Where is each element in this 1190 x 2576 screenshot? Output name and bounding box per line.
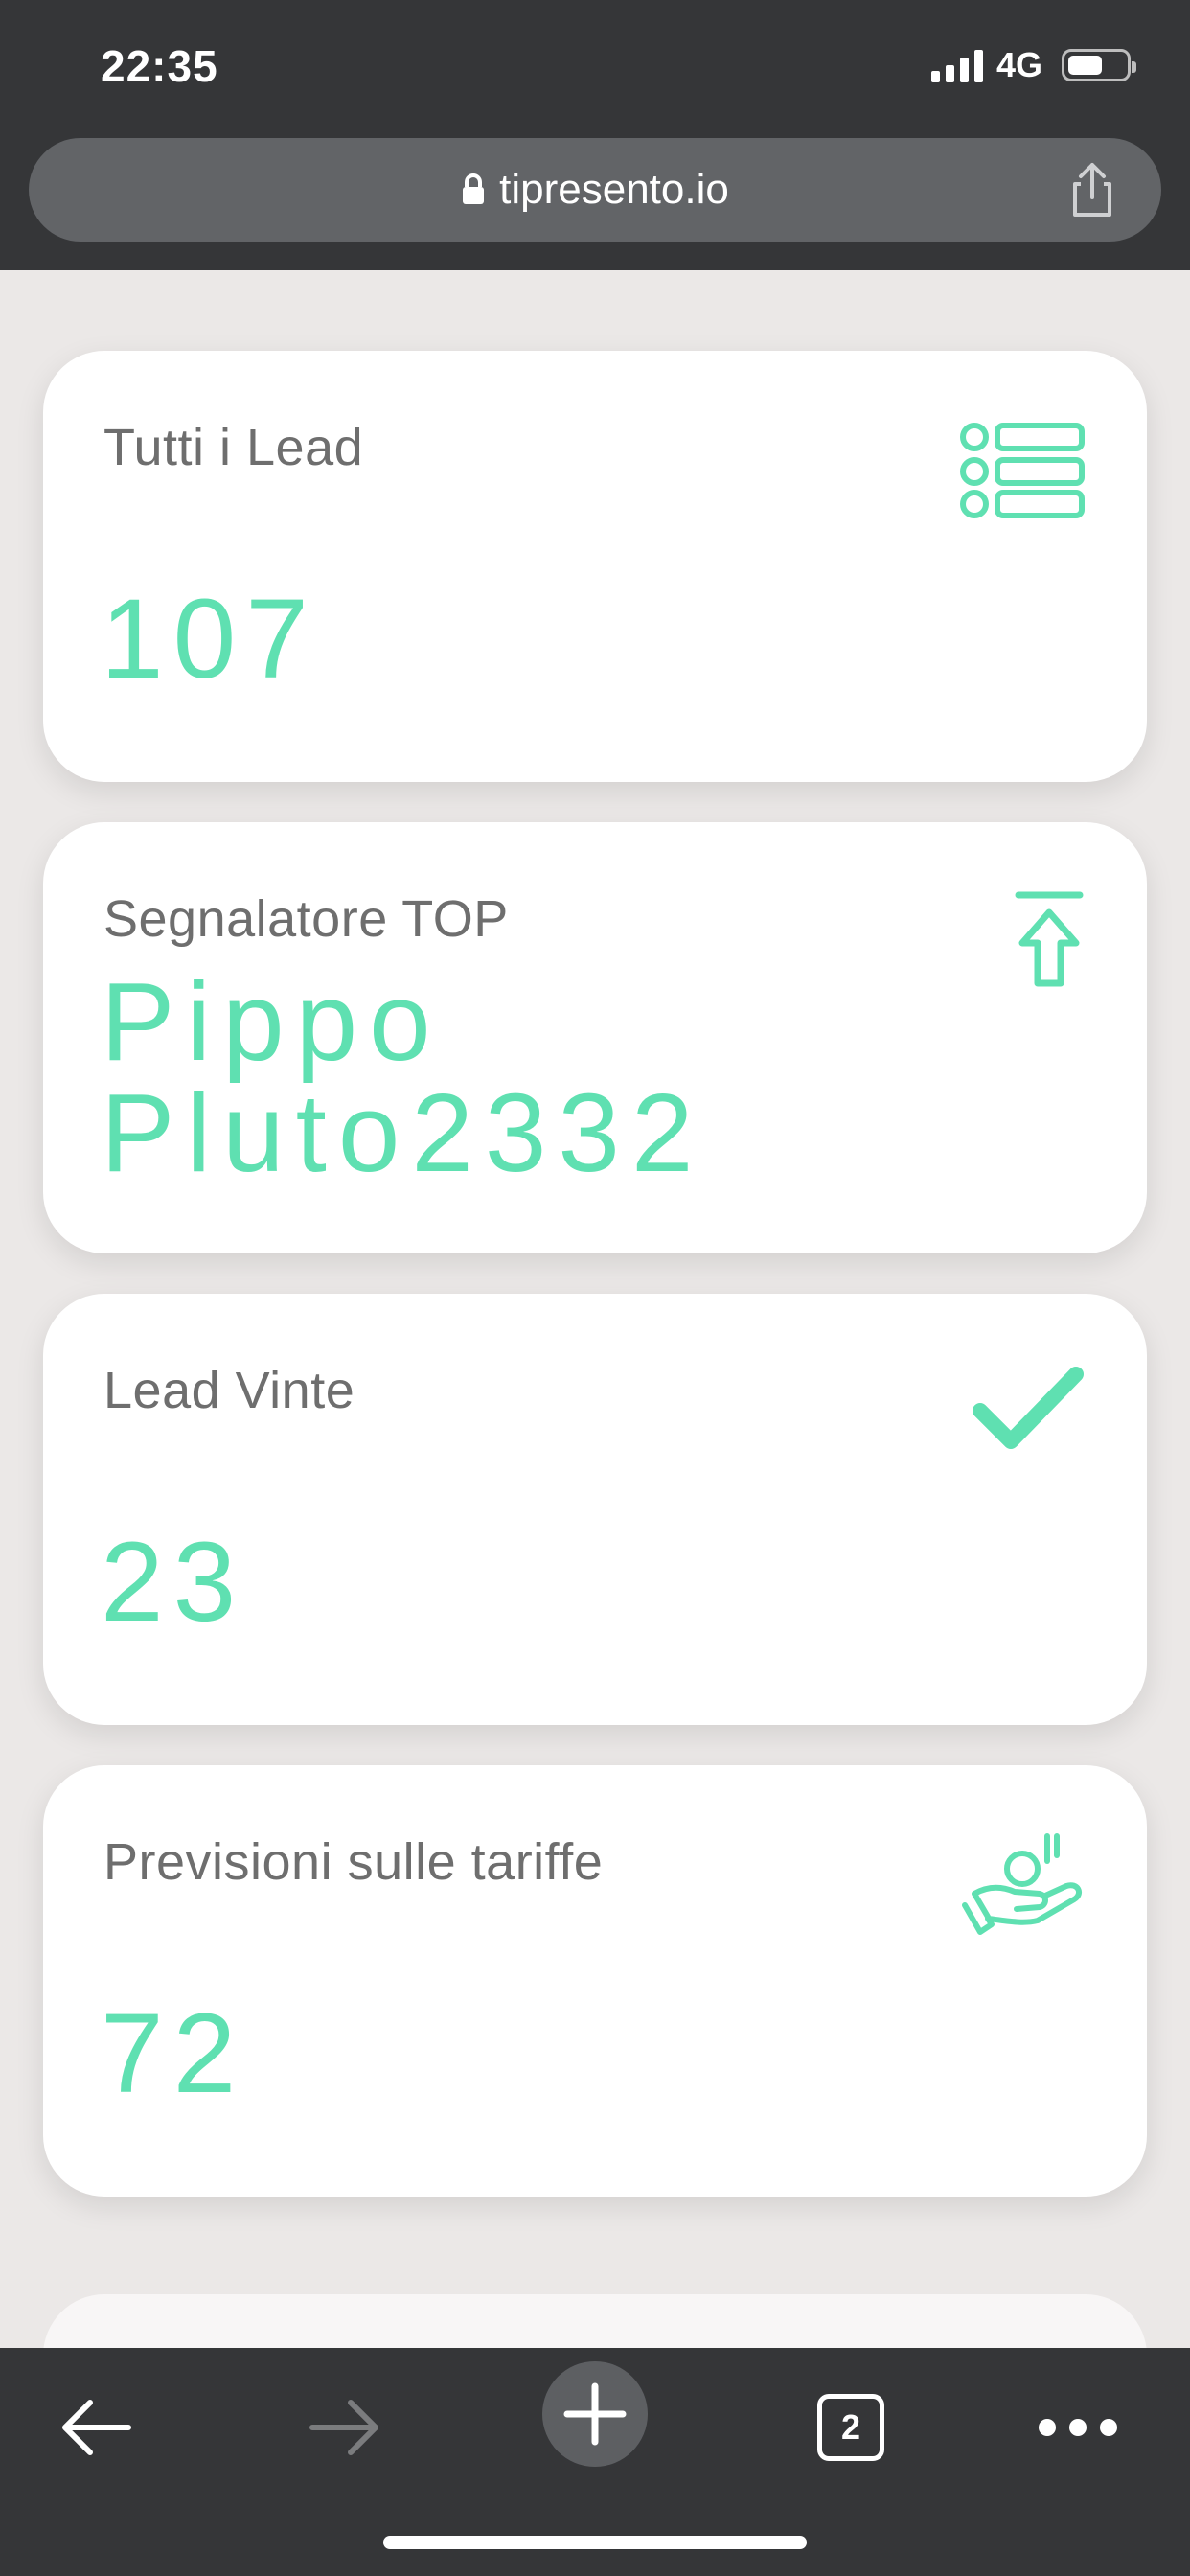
card-tutti-i-lead[interactable]: Tutti i Lead 107 [43,351,1147,782]
browser-top-bar: 22:35 4G tipresento.io [0,0,1190,270]
card-value: Pippo Pluto2332 [101,959,705,1195]
card-value: 23 [101,1519,246,1645]
back-arrow-icon [62,2400,131,2455]
forward-arrow-icon [309,2400,378,2455]
status-indicators: 4G [930,45,1136,84]
list-icon [960,423,1085,518]
battery-icon [1062,49,1136,81]
dashboard-content: Tutti i Lead 107 Segnalatore TOP Pippo P… [0,270,1190,2348]
checkmark-icon [973,1367,1084,1449]
card-label: Lead Vinte [103,1362,355,1419]
card-segnalatore-top[interactable]: Segnalatore TOP Pippo Pluto2332 [43,822,1147,1254]
url-text: tipresento.io [499,166,729,213]
back-button[interactable] [48,2365,144,2490]
card-partial [43,2294,1147,2348]
arrow-up-to-top-icon [1015,891,1084,987]
card-value: 107 [101,576,318,702]
card-label: Segnalatore TOP [103,890,509,948]
card-label: Tutti i Lead [103,419,364,476]
new-tab-button[interactable] [542,2361,648,2467]
signal-strength-icon [930,48,983,82]
network-type: 4G [995,45,1042,84]
card-lead-vinte[interactable]: Lead Vinte 23 [43,1294,1147,1725]
tab-count: 2 [817,2394,884,2461]
home-indicator[interactable] [383,2536,807,2549]
address-bar[interactable]: tipresento.io [29,138,1161,242]
status-time: 22:35 [101,41,218,91]
lock-icon [463,173,485,204]
card-label: Previsioni sulle tariffe [103,1833,604,1891]
more-menu-button[interactable] [1025,2365,1131,2490]
tabs-button[interactable]: 2 [803,2365,899,2490]
share-icon[interactable] [1062,159,1123,220]
forward-button[interactable] [297,2365,393,2490]
hand-coin-icon [962,1833,1083,1935]
card-previsioni-sulle-tariffe[interactable]: Previsioni sulle tariffe 72 [43,1765,1147,2196]
plus-icon [563,2382,627,2446]
card-value: 72 [101,1990,246,2117]
